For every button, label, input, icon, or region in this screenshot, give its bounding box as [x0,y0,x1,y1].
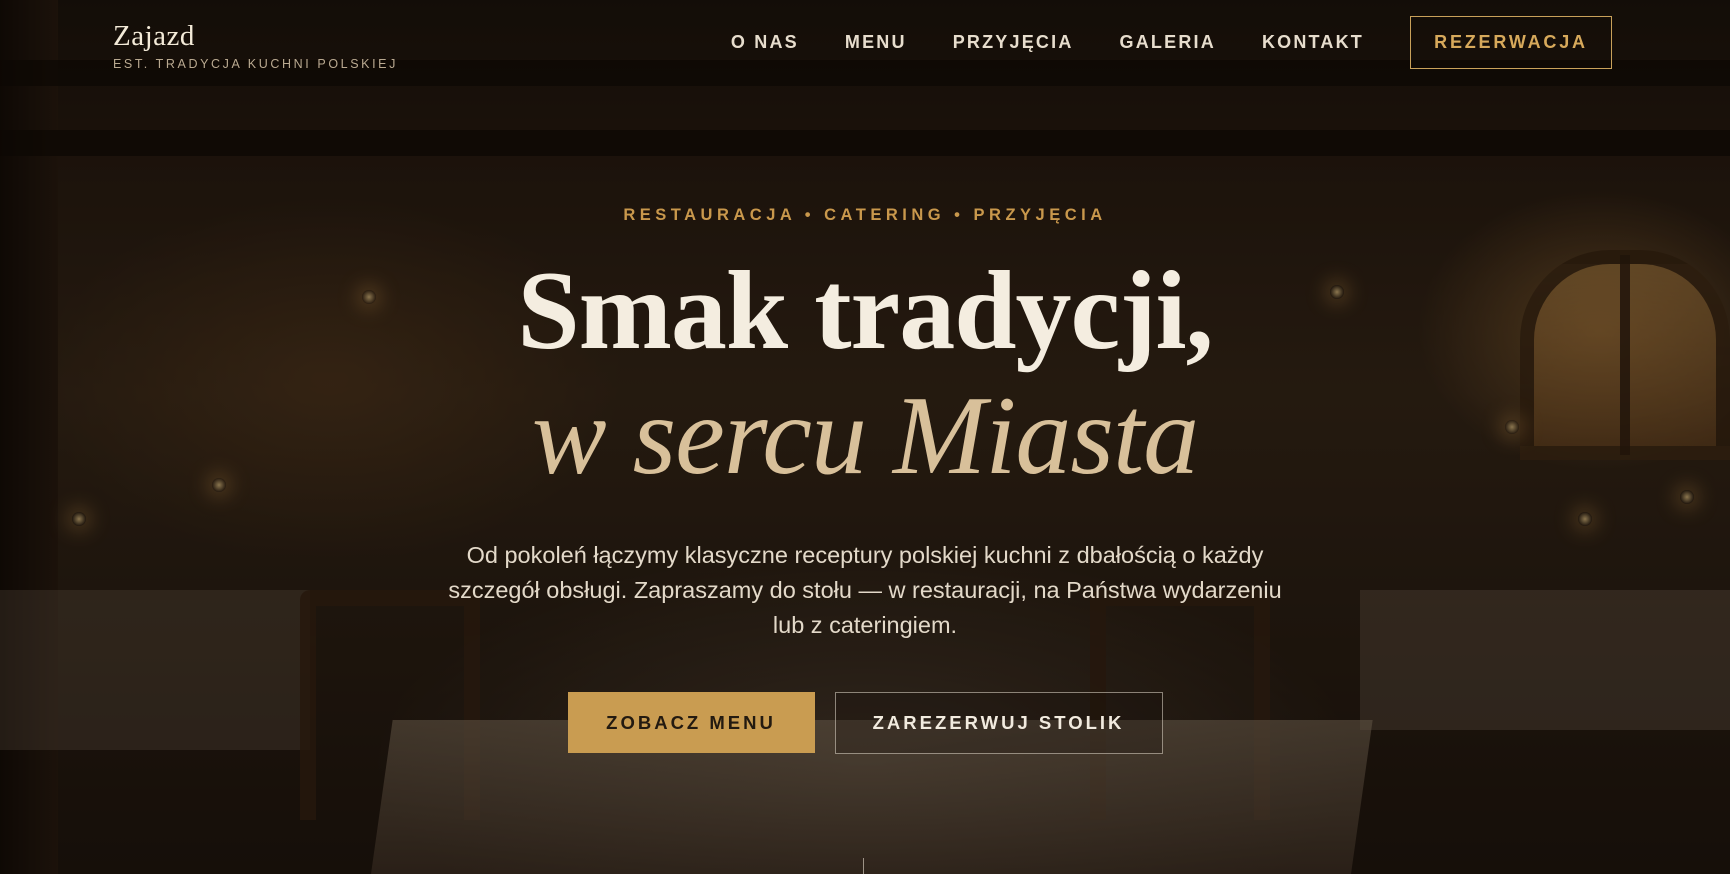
nav-item-o-nas[interactable]: O NAS [731,32,799,53]
reservation-button[interactable]: REZERWACJA [1410,16,1612,69]
hero-description: Od pokoleń łączymy klasyczne receptury p… [448,542,1282,638]
brand-logo[interactable]: Zajazd EST. TRADYCJA KUCHNI POLSKIEJ [113,20,398,71]
hero-kicker: RESTAURACJA • CATERING • PRZYJĘCIA [623,206,1107,224]
view-menu-button[interactable]: ZOBACZ MENU [567,692,815,753]
book-table-button[interactable]: ZAREZERWUJ STOLIK [834,692,1163,754]
hero-actions: ZOBACZ MENU ZAREZERWUJ STOLIK [0,692,1730,754]
scroll-indicator [863,858,864,874]
hero-headline-line2: w sercu Miasta [531,374,1199,498]
hero-headline-line1: Smak tradycji, [517,249,1213,373]
nav-item-kontakt[interactable]: KONTAKT [1262,32,1364,53]
nav-item-galeria[interactable]: GALERIA [1120,32,1216,53]
nav-item-przyjecia[interactable]: PRZYJĘCIA [953,32,1074,53]
brand-tagline: EST. TRADYCJA KUCHNI POLSKIEJ [113,57,398,71]
nav-item-menu[interactable]: MENU [845,32,907,53]
main-navigation: O NAS MENU PRZYJĘCIA GALERIA KONTAKT REZ… [731,16,1612,69]
hero-section: Zajazd EST. TRADYCJA KUCHNI POLSKIEJ O N… [0,0,1730,874]
brand-name: Zajazd [113,20,195,52]
